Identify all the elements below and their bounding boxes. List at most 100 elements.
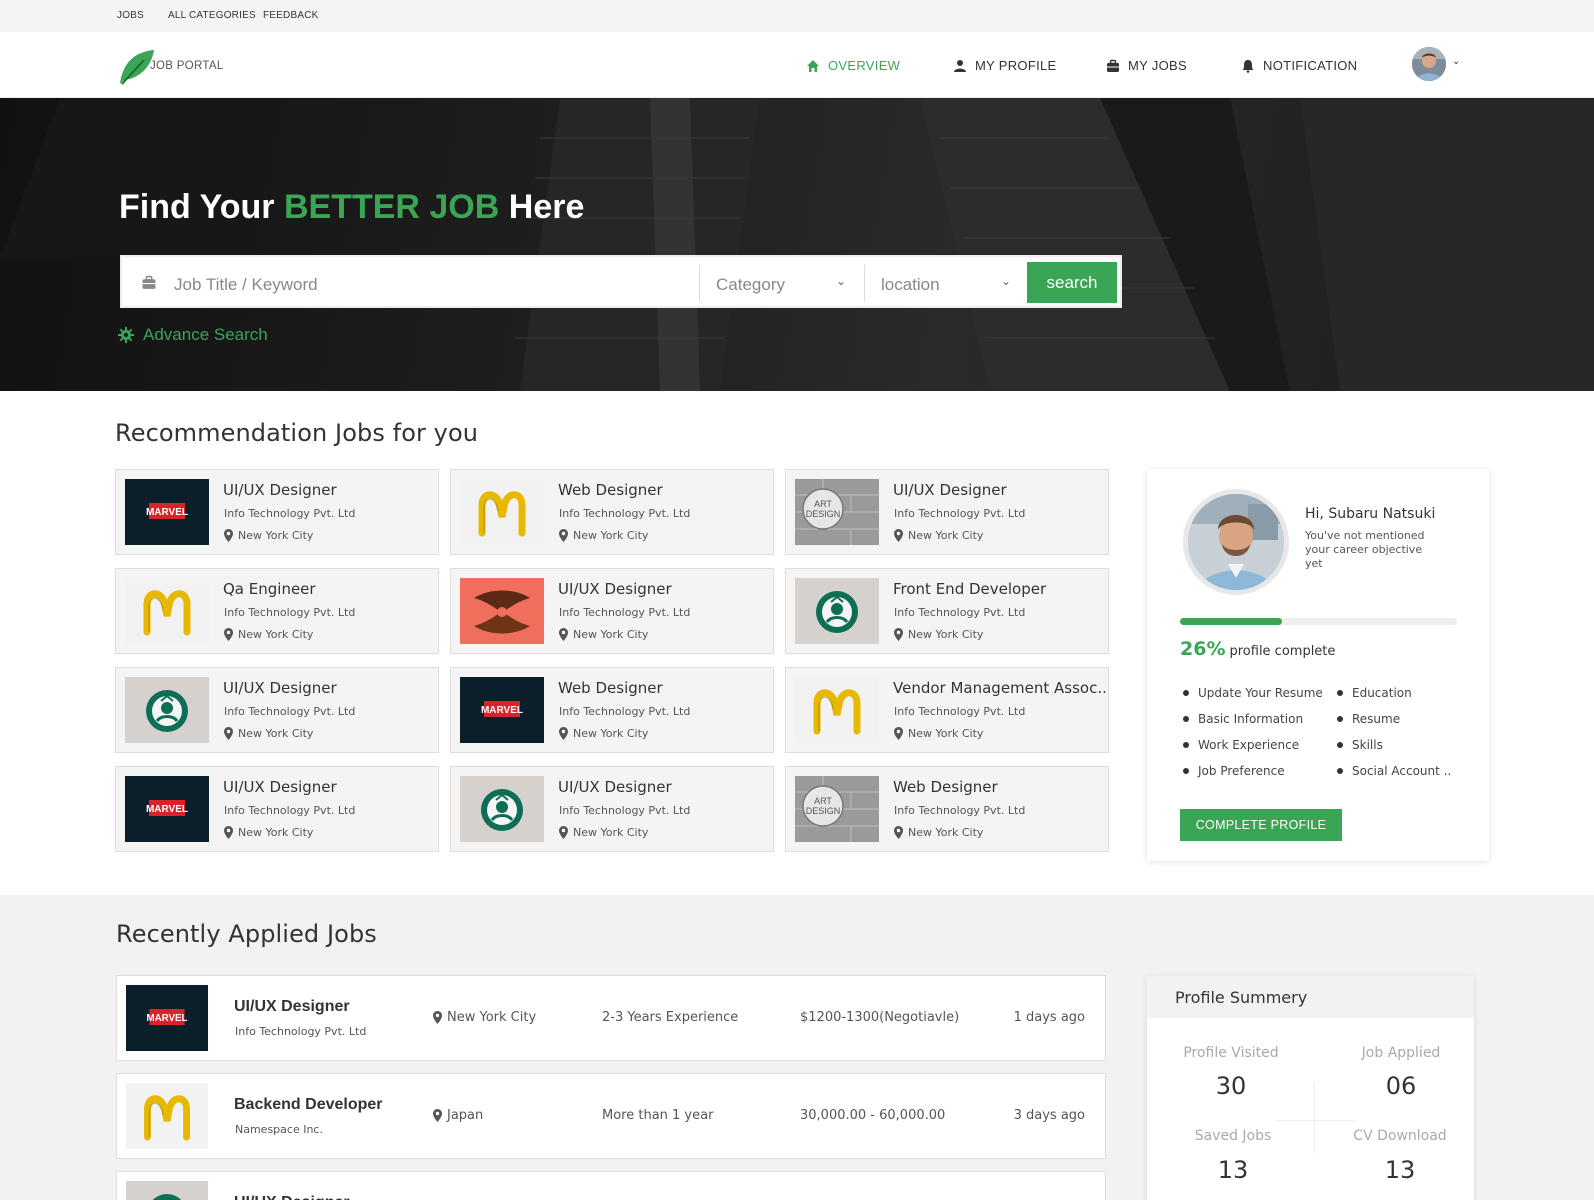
hero-banner: Find Your BETTER JOB Here Job Title / Ke… <box>0 98 1594 391</box>
company-name: Info Technology Pvt. Ltd <box>224 606 356 619</box>
company-logo: ART DESIGN <box>795 776 879 842</box>
nav-notification[interactable]: NOTIFICATION <box>1241 58 1357 73</box>
job-title[interactable]: Qa Engineer <box>223 580 316 598</box>
applied-job-row[interactable]: UI/UX Designer <box>116 1171 1106 1200</box>
location-pin-icon <box>894 628 903 641</box>
applied-experience: More than 1 year <box>602 1108 714 1123</box>
checklist-item-label: Social Account .. <box>1352 764 1452 778</box>
advance-search-link[interactable]: Advance Search <box>118 325 268 345</box>
job-card[interactable]: MARVEL UI/UX Designer Info Technology Pvt.… <box>115 766 439 852</box>
job-title[interactable]: UI/UX Designer <box>223 481 337 499</box>
job-card[interactable]: UI/UX Designer Info Technology Pvt. Ltd Ne… <box>450 766 774 852</box>
job-title[interactable]: UI/UX Designer <box>223 679 337 697</box>
chevron-down-icon[interactable]: ⌄ <box>836 274 846 288</box>
user-icon <box>954 59 966 72</box>
job-title[interactable]: UI/UX Designer <box>893 481 1007 499</box>
category-select[interactable]: Category <box>716 275 785 295</box>
nav-my-jobs[interactable]: MY JOBS <box>1106 58 1187 73</box>
job-card[interactable]: UI/UX Designer Info Technology Pvt. Ltd Ne… <box>115 667 439 753</box>
complete-profile-button[interactable]: COMPLETE PROFILE <box>1180 809 1342 841</box>
user-avatar[interactable] <box>1412 47 1446 81</box>
stat-value-cv-download: 13 <box>1384 1156 1416 1184</box>
search-button[interactable]: search <box>1027 262 1117 303</box>
topbar-link-all-categories[interactable]: ALL CATEGORIES <box>168 10 256 21</box>
job-card[interactable]: Vendor Management Assoc.. Info Technology… <box>785 667 1109 753</box>
checklist-item[interactable]: Resume <box>1337 712 1400 726</box>
job-location: New York City <box>224 529 313 542</box>
keyword-search-input[interactable]: Job Title / Keyword <box>174 275 318 295</box>
applied-location-text: New York City <box>447 1010 537 1025</box>
job-title[interactable]: Front End Developer <box>893 580 1046 598</box>
divider <box>864 265 865 302</box>
job-location-text: New York City <box>238 628 314 641</box>
checklist-item[interactable]: Social Account .. <box>1337 764 1451 778</box>
job-card[interactable]: ART DESIGN UI/UX Designer Info Technology P… <box>785 469 1109 555</box>
job-location: New York City <box>224 826 313 839</box>
location-pin-icon <box>224 529 233 542</box>
checklist-item[interactable]: Basic Information <box>1183 712 1303 726</box>
topbar-link-jobs[interactable]: JOBS <box>117 10 144 21</box>
job-location: New York City <box>894 529 983 542</box>
applied-job-title[interactable]: Backend Developer <box>234 1096 383 1114</box>
job-card[interactable]: MARVEL UI/UX Designer Info Technology Pvt.… <box>115 469 439 555</box>
job-title[interactable]: UI/UX Designer <box>558 580 672 598</box>
job-location-text: New York City <box>908 727 984 740</box>
summary-divider <box>1275 1120 1355 1121</box>
job-location: New York City <box>559 628 648 641</box>
job-location-text: New York City <box>908 529 984 542</box>
stat-value-saved-jobs: 13 <box>1217 1156 1249 1184</box>
applied-job-row[interactable]: MARVEL UI/UX Designer Info Technology Pvt.… <box>116 975 1106 1061</box>
company-logo: MARVEL <box>125 776 209 842</box>
job-location: New York City <box>559 826 648 839</box>
job-title[interactable]: Web Designer <box>558 481 663 499</box>
job-title[interactable]: Web Designer <box>558 679 663 697</box>
divider <box>699 265 700 302</box>
location-select[interactable]: location <box>881 275 940 295</box>
nav-my-jobs-label: MY JOBS <box>1128 58 1187 73</box>
checklist-item-label: Education <box>1352 686 1412 700</box>
company-logo: MARVEL <box>460 677 544 743</box>
nav-my-profile[interactable]: MY PROFILE <box>953 58 1057 73</box>
checklist-item[interactable]: Job Preference <box>1183 764 1285 778</box>
company-name: Info Technology Pvt. Ltd <box>224 507 356 520</box>
nav-overview[interactable]: OVERVIEW <box>806 58 900 73</box>
hero-title-highlight: BETTER JOB <box>283 188 500 226</box>
company-logo <box>460 479 544 545</box>
gear-icon <box>118 327 134 343</box>
job-card[interactable]: Front End Developer Info Technology Pvt. … <box>785 568 1109 654</box>
location-pin-icon <box>559 628 568 641</box>
job-card[interactable]: Qa Engineer Info Technology Pvt. Ltd New Y… <box>115 568 439 654</box>
job-title[interactable]: Vendor Management Assoc.. <box>893 679 1107 697</box>
checklist-item[interactable]: Work Experience <box>1183 738 1299 752</box>
checklist-item[interactable]: Education <box>1337 686 1412 700</box>
location-pin-icon <box>224 826 233 839</box>
applied-location-text: Japan <box>447 1108 484 1123</box>
applied-job-row[interactable]: Backend Developer Namespace Inc. Japan More… <box>116 1073 1106 1159</box>
location-pin-icon <box>894 727 903 740</box>
company-name: Info Technology Pvt. Ltd <box>894 606 1026 619</box>
chevron-down-icon[interactable]: ⌄ <box>1001 274 1011 288</box>
job-title[interactable]: UI/UX Designer <box>558 778 672 796</box>
applied-job-title[interactable]: UI/UX Designer <box>234 998 350 1016</box>
job-title[interactable]: UI/UX Designer <box>223 778 337 796</box>
profile-avatar[interactable] <box>1183 489 1289 595</box>
job-card[interactable]: MARVEL Web Designer Info Technology Pvt. L… <box>450 667 774 753</box>
profile-photo <box>1188 494 1284 590</box>
job-card[interactable]: UI/UX Designer Info Technology Pvt. Ltd Ne… <box>450 568 774 654</box>
job-card[interactable]: Web Designer Info Technology Pvt. Ltd New … <box>450 469 774 555</box>
brand-name[interactable]: JOB PORTAL <box>150 60 224 72</box>
job-location: New York City <box>894 727 983 740</box>
checklist-item[interactable]: Skills <box>1337 738 1383 752</box>
summary-divider <box>1314 1083 1315 1153</box>
job-location-text: New York City <box>238 727 314 740</box>
bullet-dot <box>1183 690 1189 696</box>
profile-progress-bar <box>1180 618 1457 625</box>
nav-my-profile-label: MY PROFILE <box>975 58 1057 73</box>
chevron-down-icon[interactable]: ⌄ <box>1452 56 1460 67</box>
topbar-link-feedback[interactable]: FEEDBACK <box>263 10 319 21</box>
checklist-item[interactable]: Update Your Resume <box>1183 686 1323 700</box>
svg-text:ART: ART <box>814 499 832 509</box>
job-title[interactable]: Web Designer <box>893 778 998 796</box>
job-card[interactable]: ART DESIGN Web Designer Info Technology Pvt… <box>785 766 1109 852</box>
applied-job-title[interactable]: UI/UX Designer <box>234 1194 350 1200</box>
